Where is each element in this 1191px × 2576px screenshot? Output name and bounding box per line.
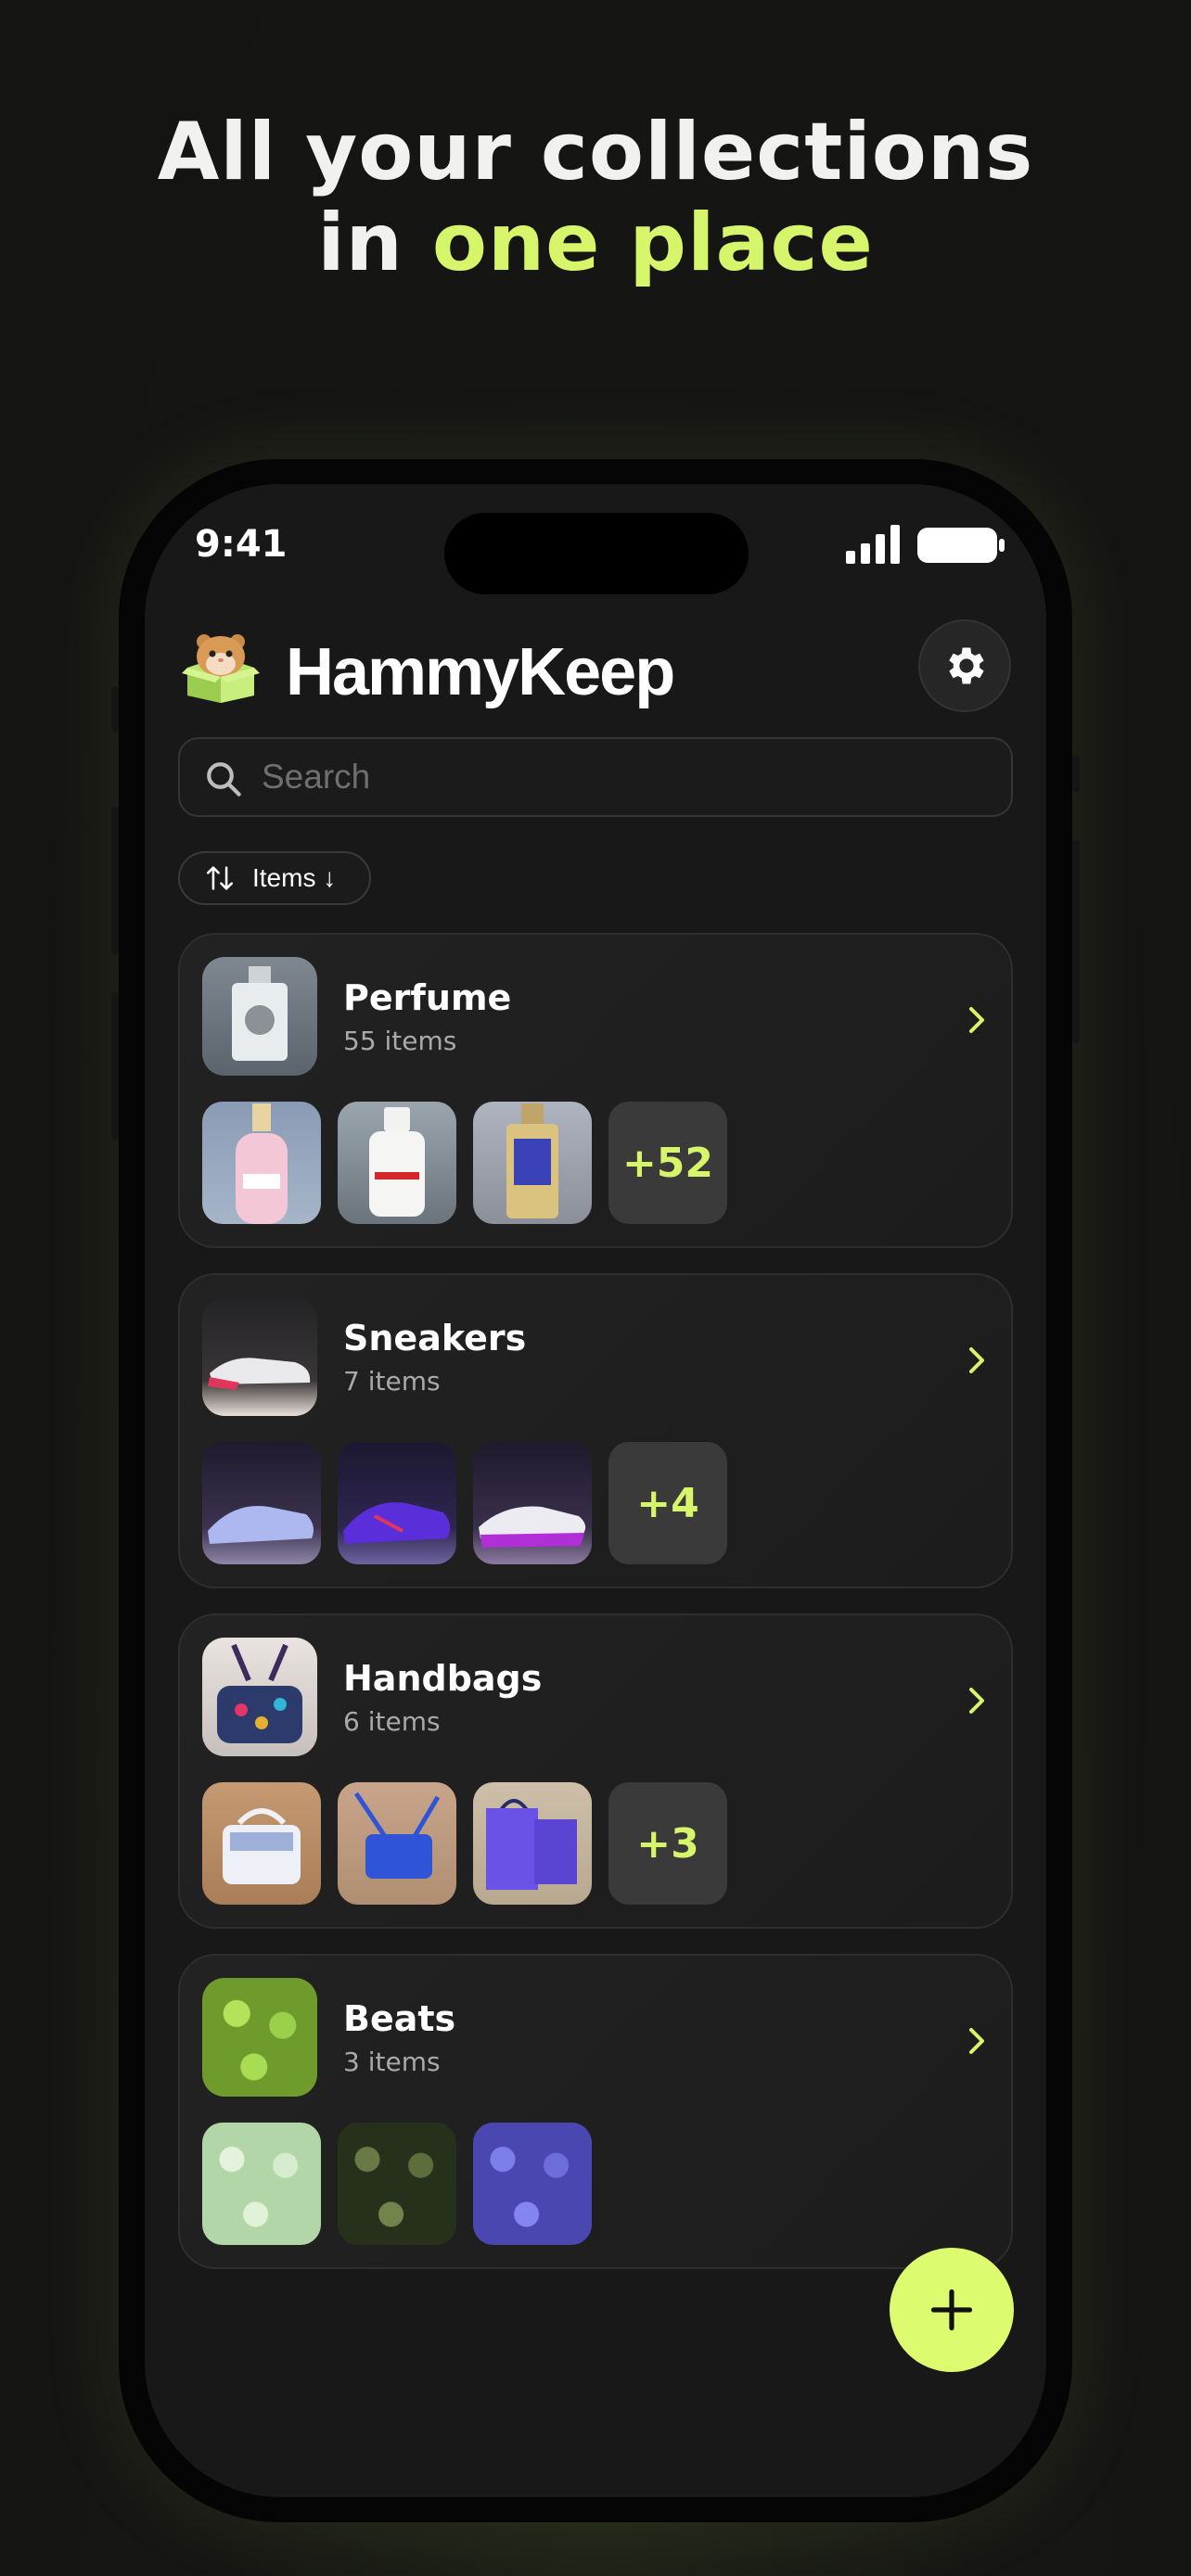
item-thumbnail[interactable] xyxy=(202,1442,321,1564)
item-thumbnail[interactable] xyxy=(338,2123,456,2245)
sort-label: Items ↓ xyxy=(252,863,337,892)
chevron-right-icon xyxy=(969,1688,984,1714)
item-thumbnail[interactable] xyxy=(338,1102,456,1224)
app-title: HammyKeep xyxy=(286,635,675,709)
collection-count: 55 items xyxy=(343,1026,457,1056)
item-thumbnail[interactable] xyxy=(338,1442,456,1564)
settings-button[interactable] xyxy=(918,619,1011,712)
collection-count: 3 items xyxy=(343,2047,441,2077)
dynamic-island xyxy=(444,513,749,594)
search-bar xyxy=(178,737,1013,817)
item-thumbnail[interactable] xyxy=(202,1102,321,1224)
item-thumbnail[interactable] xyxy=(202,1782,321,1905)
chevron-right-icon xyxy=(969,1007,984,1033)
marketing-headline: All your collections in one place xyxy=(0,107,1191,288)
more-items-button[interactable]: +3 xyxy=(608,1782,727,1905)
action-button xyxy=(111,686,119,733)
volume-down-button xyxy=(111,992,119,1141)
collection-cover-image xyxy=(202,1978,317,2097)
hamster-logo-icon xyxy=(182,634,260,703)
collection-count: 6 items xyxy=(343,1706,441,1737)
item-thumbnail[interactable] xyxy=(473,1782,592,1905)
more-items-button[interactable]: +4 xyxy=(608,1442,727,1564)
collection-count: 7 items xyxy=(343,1366,441,1396)
gear-icon xyxy=(949,647,984,684)
item-thumbnail[interactable] xyxy=(473,1442,592,1564)
collection-card-beats[interactable]: Beats 3 items xyxy=(178,1954,1013,2269)
headline-line-2-prefix: in xyxy=(317,197,432,289)
headline-line-2: in one place xyxy=(0,198,1191,288)
collection-title: Perfume xyxy=(343,977,512,1018)
collection-title: Beats xyxy=(343,1998,456,2039)
more-items-button[interactable]: +52 xyxy=(608,1102,727,1224)
signal-icon xyxy=(846,525,900,564)
headline-line-1: All your collections xyxy=(157,106,1034,198)
collection-title: Handbags xyxy=(343,1658,543,1699)
power-button-lower xyxy=(1072,839,1080,1043)
sort-button[interactable]: Items ↓ xyxy=(178,851,371,905)
chevron-right-icon xyxy=(969,1347,984,1373)
collection-card-handbags[interactable]: Handbags 6 items +3 xyxy=(178,1613,1013,1929)
volume-up-button xyxy=(111,807,119,955)
collection-cover-image xyxy=(202,1638,317,1756)
phone-screen: 9:41 HammyKeep Search Items ↓ Perfume 55… xyxy=(145,484,1046,2497)
search-input[interactable] xyxy=(262,739,985,815)
headline-accent: one place xyxy=(431,197,874,289)
item-thumbnail[interactable] xyxy=(473,1102,592,1224)
plus-icon xyxy=(930,2289,973,2331)
collection-cover-image xyxy=(202,957,317,1076)
sort-arrows-icon xyxy=(206,866,234,890)
collection-cover-image xyxy=(202,1297,317,1416)
status-time: 9:41 xyxy=(195,523,288,566)
item-thumbnail[interactable] xyxy=(338,1782,456,1905)
battery-icon xyxy=(917,528,1005,563)
search-icon xyxy=(207,762,241,797)
item-thumbnail[interactable] xyxy=(202,2123,321,2245)
power-button xyxy=(1072,756,1080,793)
collection-card-sneakers[interactable]: Sneakers 7 items +4 xyxy=(178,1273,1013,1588)
add-collection-button[interactable] xyxy=(890,2248,1014,2372)
chevron-right-icon xyxy=(969,2028,984,2054)
app-header: HammyKeep xyxy=(182,614,1011,716)
collection-card-perfume[interactable]: Perfume 55 items +52 xyxy=(178,933,1013,1248)
item-thumbnail[interactable] xyxy=(473,2123,592,2245)
collection-title: Sneakers xyxy=(343,1318,527,1358)
